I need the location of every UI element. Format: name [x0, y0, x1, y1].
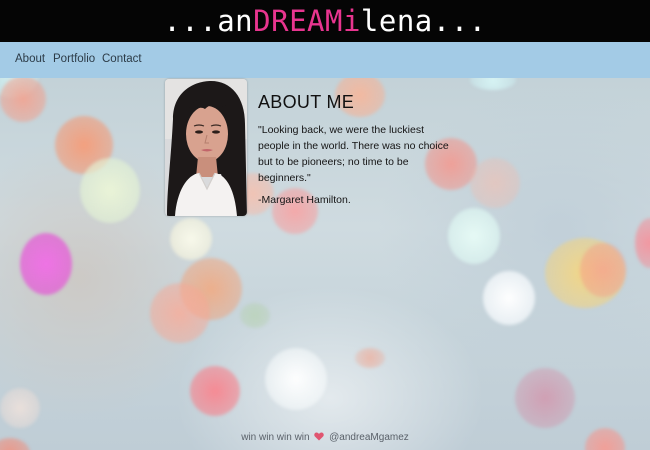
site-title-suffix: lena...: [360, 4, 487, 38]
bokeh-orb: [483, 271, 535, 325]
footer-handle-link[interactable]: @andreaMgamez: [329, 432, 409, 443]
bokeh-orb: [470, 158, 520, 208]
profile-photo: [165, 79, 247, 216]
bokeh-orb: [0, 388, 40, 428]
footer-text: win win win win: [241, 432, 310, 443]
bokeh-orb: [515, 368, 575, 428]
site-header: ...anDREAMilena...: [0, 0, 650, 42]
site-title-highlight: DREAMi: [253, 4, 361, 38]
nav-item-portfolio[interactable]: Portfolio: [53, 53, 95, 65]
site-title[interactable]: ...anDREAMilena...: [163, 3, 486, 39]
bokeh-orb: [150, 283, 210, 343]
bokeh-orb: [80, 158, 140, 223]
bokeh-orb: [20, 233, 72, 295]
bokeh-orb: [170, 218, 212, 260]
bokeh-orb: [580, 243, 626, 297]
bokeh-orb: [355, 348, 385, 368]
site-title-prefix: ...an: [163, 4, 254, 38]
page: ...anDREAMilena... About Portfolio Conta…: [0, 0, 650, 450]
bokeh-orb: [265, 348, 327, 410]
bokeh-orb: [0, 78, 46, 122]
bokeh-orb: [448, 208, 500, 264]
site-footer: win win win win @andreaMgamez: [0, 432, 650, 444]
nav-item-about[interactable]: About: [15, 53, 45, 65]
bokeh-orb: [635, 218, 650, 268]
nav-item-contact[interactable]: Contact: [102, 53, 142, 65]
nav-bar: About Portfolio Contact: [0, 42, 650, 78]
about-heading: ABOUT ME: [258, 92, 355, 112]
about-quote: "Looking back, we were the luckiest peop…: [258, 124, 449, 184]
bokeh-orb: [470, 78, 516, 90]
profile-photo-image: [165, 79, 247, 216]
bokeh-orb: [190, 366, 240, 416]
quote-author: -Margaret Hamilton.: [258, 194, 351, 206]
bokeh-orb: [240, 303, 270, 328]
heart-icon: [314, 432, 325, 444]
